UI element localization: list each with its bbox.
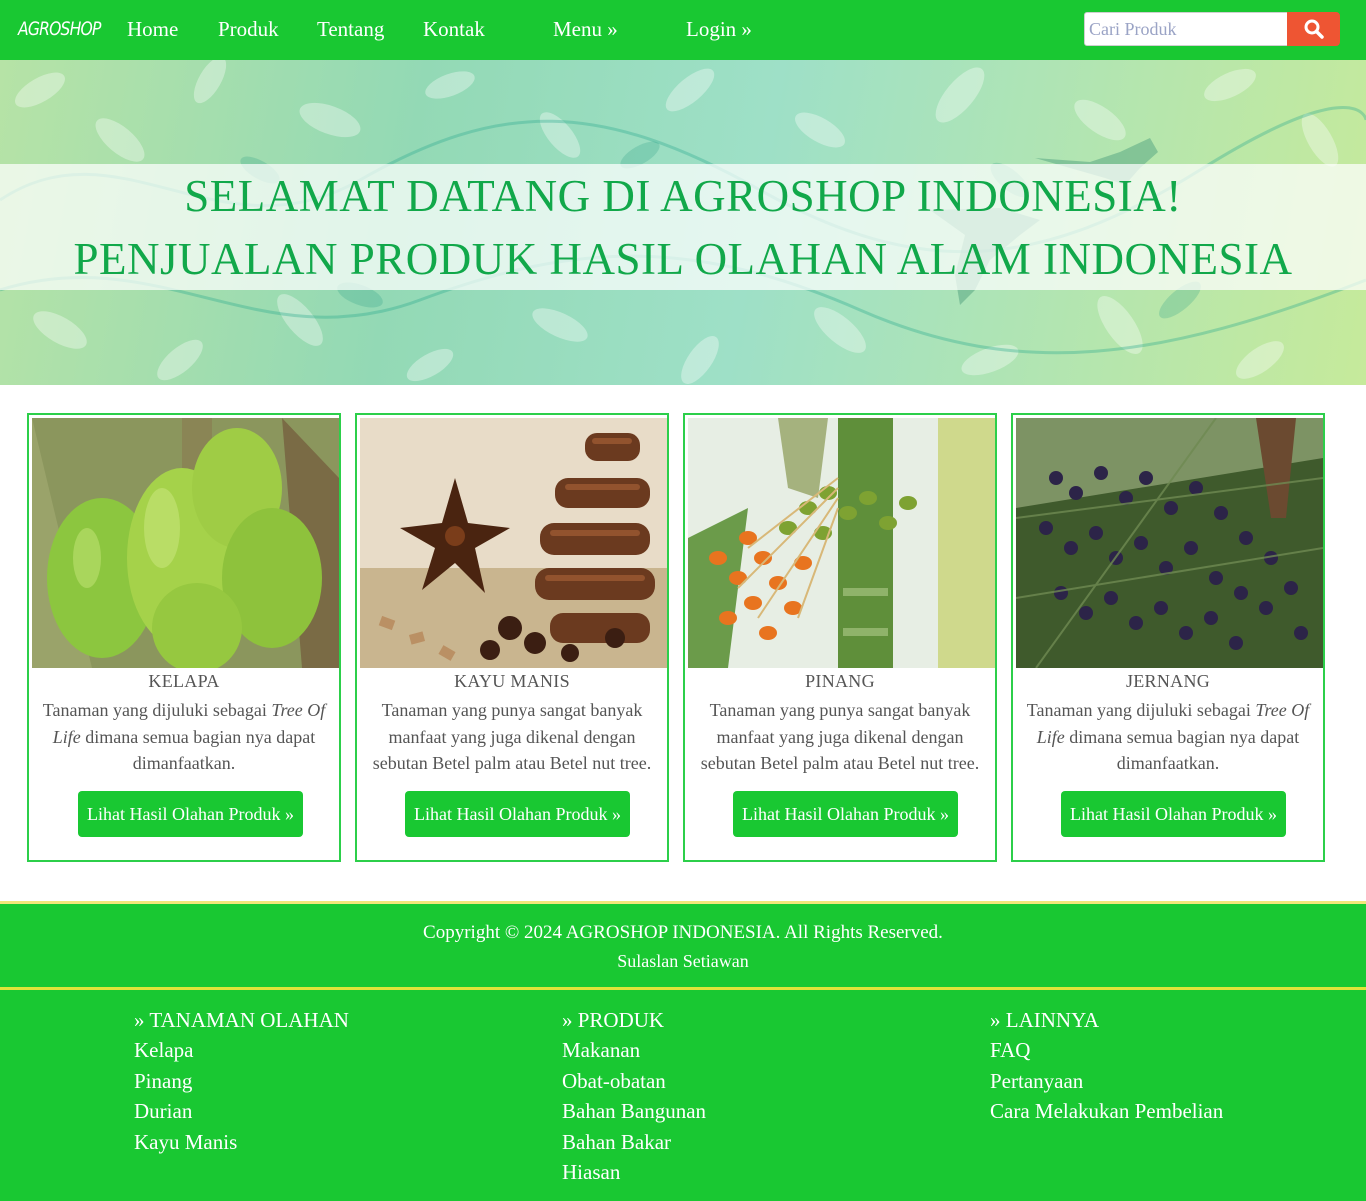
footer-heading: » PRODUK [562, 1008, 665, 1032]
hero-title-line1: SELAMAT DATANG DI AGROSHOP INDONESIA! [184, 171, 1182, 221]
hero-title-line2: PENJUALAN PRODUK HASIL OLAHAN ALAM INDON… [73, 234, 1293, 284]
nav-link-home[interactable]: Home [127, 17, 178, 42]
footer-links: » TANAMAN OLAHAN Kelapa Pinang Durian Ka… [0, 990, 1366, 1201]
nav-dropdown-menu[interactable]: Menu » [553, 17, 618, 42]
view-products-button[interactable]: Lihat Hasil Olahan Produk » [405, 791, 630, 837]
footer-link-bahan-bangunan[interactable]: Bahan Bangunan [562, 1099, 706, 1130]
search-icon [1304, 19, 1324, 39]
footer-column-produk: » PRODUK Makanan Obat-obatan Bahan Bangu… [562, 1008, 706, 1191]
jernang-image [1016, 418, 1323, 668]
footer-link-cara-pembelian[interactable]: Cara Melakukan Pembelian [990, 1099, 1223, 1130]
card-title: PINANG [805, 671, 875, 691]
copyright-text: Copyright © 2024 AGROSHOP INDONESIA. All… [423, 922, 943, 943]
kelapa-image [32, 418, 339, 668]
footer-link-obat-obatan[interactable]: Obat-obatan [562, 1069, 706, 1100]
card-description: Tanaman yang punya sangat banyak manfaat… [700, 700, 980, 773]
pinang-image [688, 418, 995, 668]
card-description: Tanaman yang dijuluki sebagai Tree Of Li… [42, 700, 326, 773]
footer-link-pertanyaan[interactable]: Pertanyaan [990, 1069, 1223, 1100]
nav-link-kontak[interactable]: Kontak [423, 17, 485, 42]
footer-link-makanan[interactable]: Makanan [562, 1038, 706, 1069]
nav-link-produk[interactable]: Produk [218, 17, 279, 42]
footer-column-lainnya: » LAINNYA FAQ Pertanyaan Cara Melakukan … [990, 1008, 1223, 1130]
product-card-kayu-manis: KAYU MANIS Tanaman yang punya sangat ban… [355, 413, 669, 862]
view-products-button[interactable]: Lihat Hasil Olahan Produk » [78, 791, 303, 837]
card-title: KELAPA [148, 671, 220, 691]
footer-link-bahan-bakar[interactable]: Bahan Bakar [562, 1130, 706, 1161]
footer-link-faq[interactable]: FAQ [990, 1038, 1223, 1069]
product-card-pinang: PINANG Tanaman yang punya sangat banyak … [683, 413, 997, 862]
footer-link-hiasan[interactable]: Hiasan [562, 1160, 706, 1191]
product-card-kelapa: KELAPA Tanaman yang dijuluki sebagai Tre… [27, 413, 341, 862]
view-products-button[interactable]: Lihat Hasil Olahan Produk » [1061, 791, 1286, 837]
footer-link-durian[interactable]: Durian [134, 1099, 349, 1130]
footer-copyright-bar: Copyright © 2024 AGROSHOP INDONESIA. All… [0, 901, 1366, 990]
navbar: AGROSHOP Home Produk Tentang Kontak Menu… [0, 0, 1366, 60]
hero-banner: SELAMAT DATANG DI AGROSHOP INDONESIA! PE… [0, 60, 1366, 385]
author-name: Sulaslan Setiawan [617, 951, 749, 971]
card-title: JERNANG [1125, 671, 1211, 691]
footer-heading: » LAINNYA [990, 1008, 1100, 1032]
footer-link-pinang[interactable]: Pinang [134, 1069, 349, 1100]
nav-link-tentang[interactable]: Tentang [317, 17, 384, 42]
product-card-jernang: JERNANG Tanaman yang dijuluki sebagai Tr… [1011, 413, 1325, 862]
footer-link-kelapa[interactable]: Kelapa [134, 1038, 349, 1069]
search-input[interactable] [1084, 12, 1288, 46]
card-description: Tanaman yang punya sangat banyak manfaat… [372, 700, 652, 773]
search-button[interactable] [1287, 12, 1340, 46]
footer-column-tanaman: » TANAMAN OLAHAN Kelapa Pinang Durian Ka… [134, 1008, 349, 1160]
nav-dropdown-login[interactable]: Login » [686, 17, 752, 42]
footer-heading: » TANAMAN OLAHAN [134, 1008, 349, 1032]
card-description: Tanaman yang dijuluki sebagai Tree Of Li… [1026, 700, 1310, 773]
footer-link-kayu-manis[interactable]: Kayu Manis [134, 1130, 349, 1161]
brand-logo[interactable]: AGROSHOP [18, 18, 101, 40]
kayu-manis-image [360, 418, 667, 668]
card-title: KAYU MANIS [454, 671, 570, 691]
view-products-button[interactable]: Lihat Hasil Olahan Produk » [733, 791, 958, 837]
